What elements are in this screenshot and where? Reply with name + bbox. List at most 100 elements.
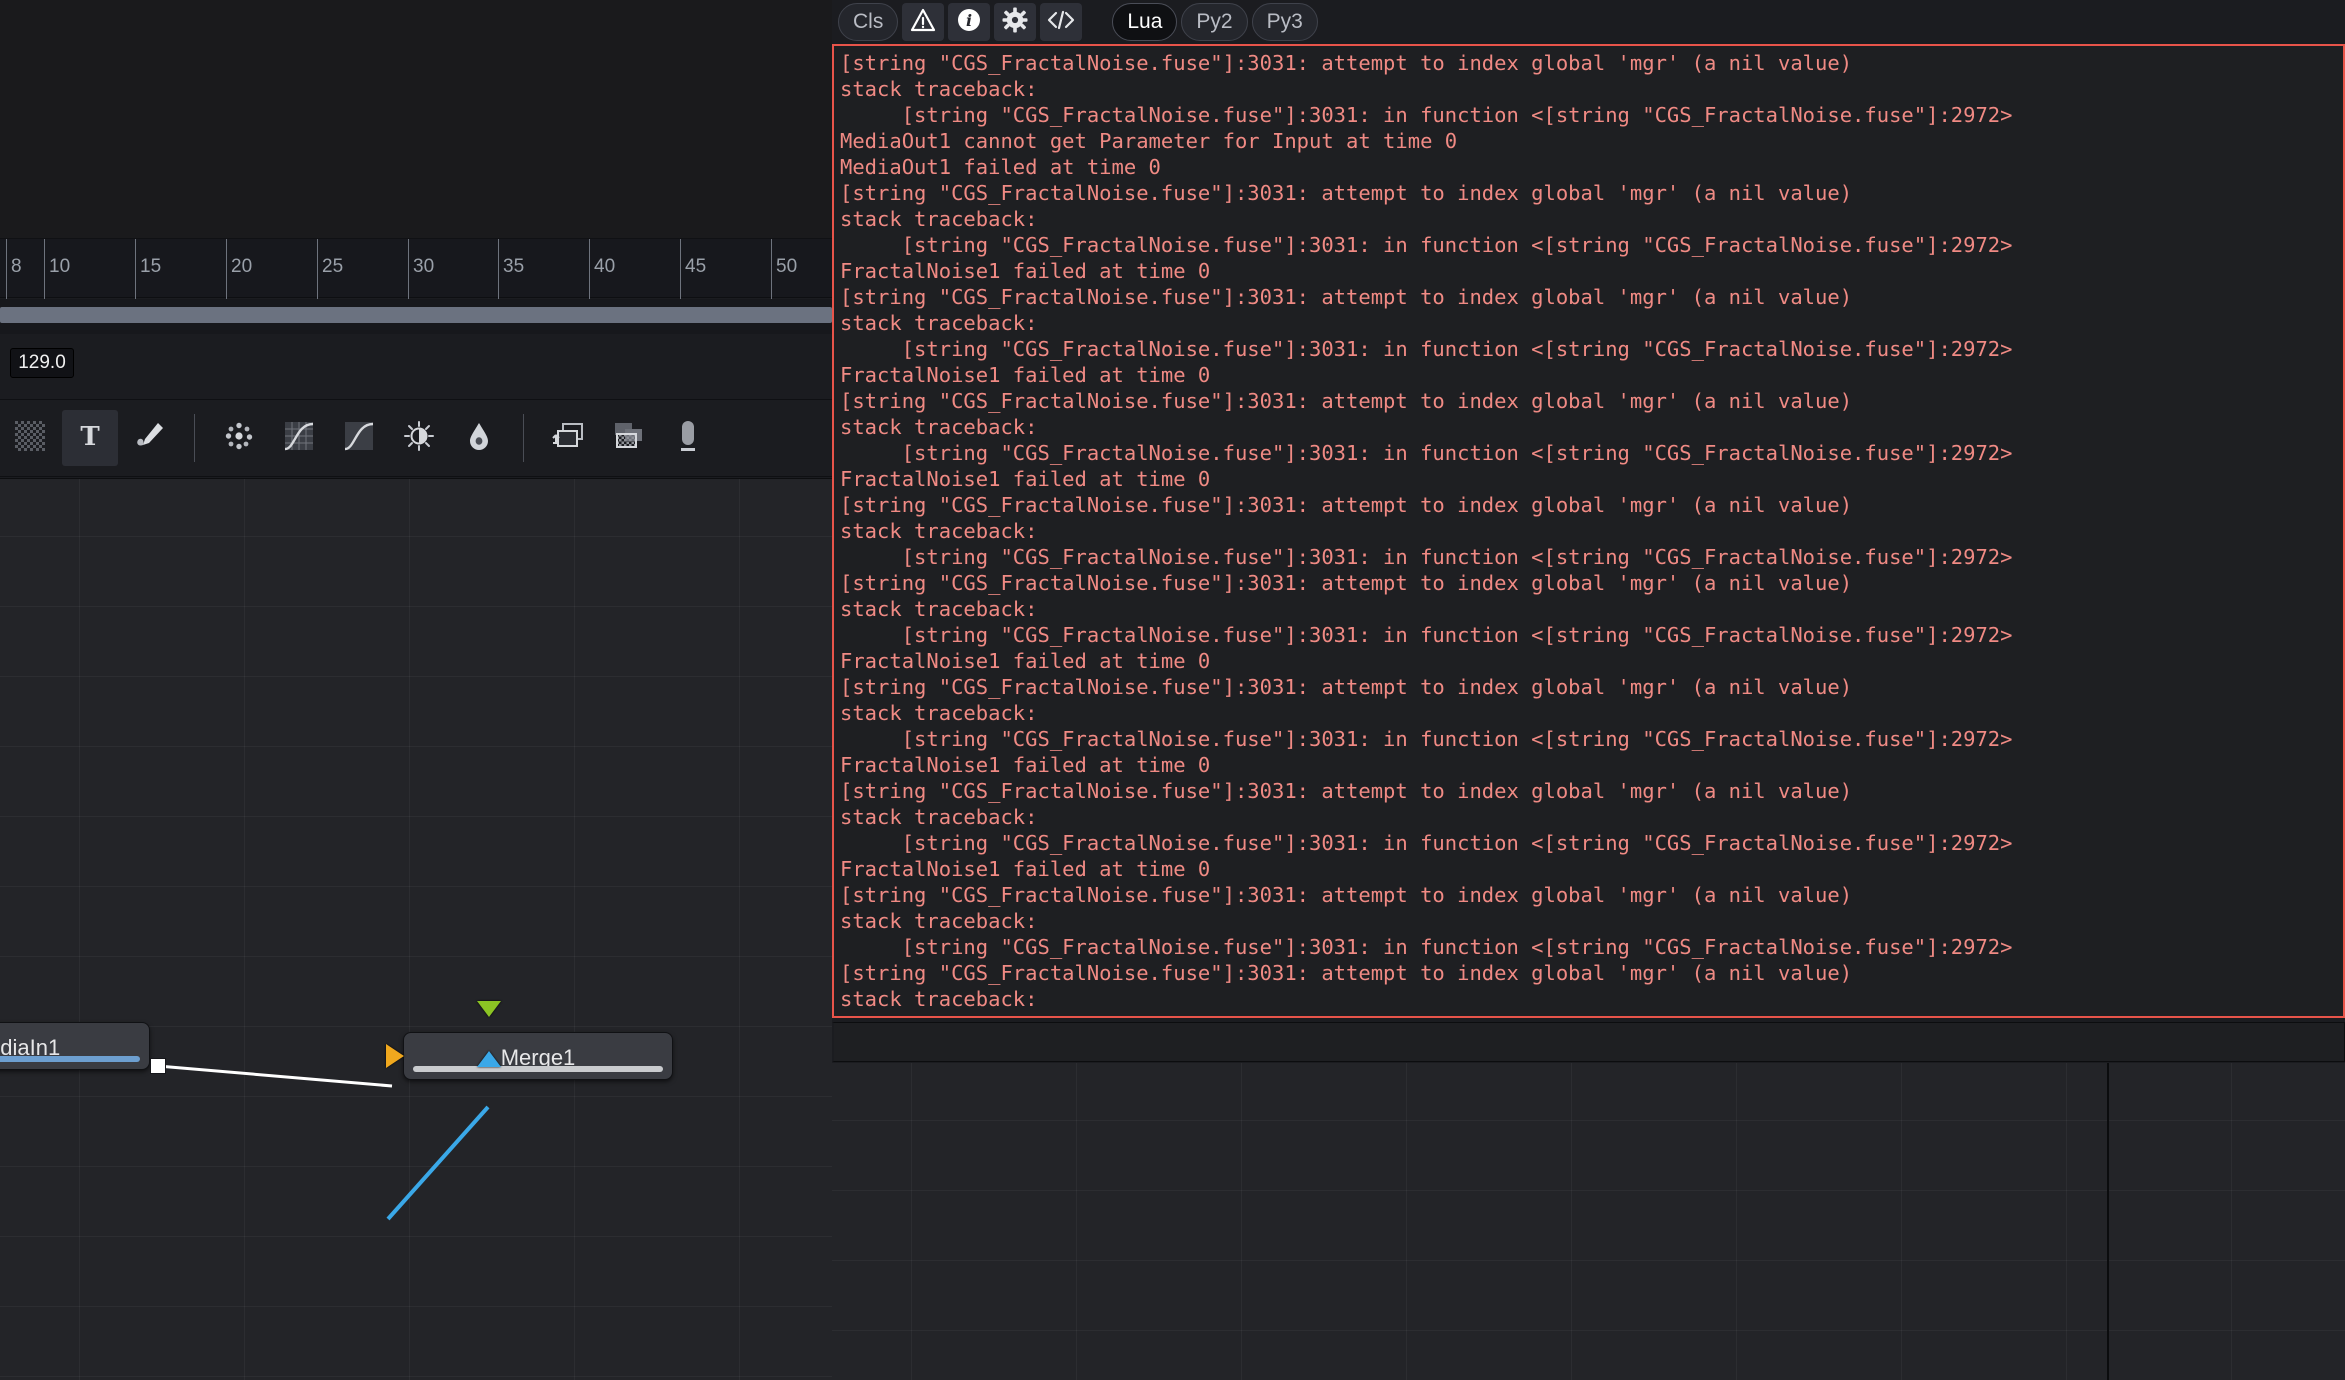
- console-line: stack traceback:: [840, 77, 1038, 101]
- console-line: FractalNoise1 failed at time 0: [840, 259, 1211, 283]
- console-output[interactable]: [string "CGS_FractalNoise.fuse"]:3031: a…: [832, 44, 2345, 1018]
- curve-icon: [342, 419, 376, 458]
- mask-tool-icon[interactable]: [660, 410, 716, 466]
- timeline-tick-20: 20: [226, 239, 252, 299]
- tab-py2[interactable]: Py2: [1181, 3, 1248, 41]
- node-graph-canvas-right[interactable]: [832, 1063, 2345, 1380]
- connection-fractalnoise1-to-merge1[interactable]: [386, 1105, 490, 1221]
- console-line: MediaOut1 failed at time 0: [840, 155, 1161, 179]
- console-line: [string "CGS_FractalNoise.fuse"]:3031: i…: [840, 623, 2013, 647]
- node-graph-canvas[interactable]: MediaIn1 Merge1 FractalNoise1: [0, 478, 832, 1380]
- console-line: [string "CGS_FractalNoise.fuse"]:3031: i…: [840, 233, 2013, 257]
- console-line: FractalNoise1 failed at time 0: [840, 363, 1211, 387]
- node-merge1-foreground-input-port[interactable]: [477, 1051, 501, 1067]
- settings-button[interactable]: [994, 3, 1037, 41]
- console-line: [string "CGS_FractalNoise.fuse"]:3031: i…: [840, 337, 2013, 361]
- timeline-tick-label: 15: [140, 256, 162, 277]
- console-line: [string "CGS_FractalNoise.fuse"]:3031: i…: [840, 545, 2013, 569]
- particles-icon: [221, 418, 257, 459]
- curve-icon[interactable]: [331, 410, 387, 466]
- clear-button[interactable]: Cls: [838, 3, 899, 41]
- node-graph-grid-right: [832, 1063, 2345, 1380]
- tab-py3[interactable]: Py3: [1251, 3, 1318, 41]
- timeline-tick-label: 35: [503, 256, 525, 277]
- timeline-ruler[interactable]: 8 10 15 20 25 30 35 40 45 50: [0, 238, 832, 299]
- console-line: [string "CGS_FractalNoise.fuse"]:3031: a…: [840, 51, 1853, 75]
- text-tool-icon[interactable]: T: [62, 410, 118, 466]
- timeline-tick-40: 40: [589, 239, 615, 299]
- console-line: [string "CGS_FractalNoise.fuse"]:3031: a…: [840, 675, 1853, 699]
- timeline-tick-50: 50: [771, 239, 797, 299]
- console-line: stack traceback:: [840, 909, 1038, 933]
- transform-icon[interactable]: [540, 410, 596, 466]
- separator-1: [194, 414, 195, 462]
- node-merge1-background-input-port[interactable]: [386, 1044, 404, 1068]
- timeline-tick-label: 50: [776, 256, 798, 277]
- node-graph-vertical-seam: [2107, 1063, 2109, 1380]
- effects-toolbar[interactable]: T: [0, 399, 832, 477]
- color-curves-grid-icon: [282, 419, 316, 458]
- viewer-panel[interactable]: [0, 0, 832, 238]
- console-tab-bar[interactable]: Cls i Lua Py2 Py3: [832, 0, 2345, 44]
- console-input-field[interactable]: [832, 1022, 2345, 1062]
- checker-background-icon[interactable]: [2, 410, 58, 466]
- connection-layer: [157, 1064, 490, 1221]
- paint-brush-icon[interactable]: [122, 410, 178, 466]
- node-mediain1-statusbar: [0, 1056, 140, 1062]
- text-tool-icon: T: [74, 420, 106, 457]
- svg-text:T: T: [80, 422, 100, 452]
- console-line: stack traceback:: [840, 207, 1038, 231]
- separator-2: [523, 414, 524, 462]
- current-frame-field[interactable]: 129.0: [10, 348, 74, 378]
- tab-lua[interactable]: Lua: [1112, 3, 1178, 41]
- timeline-tick-8: 8: [6, 239, 22, 299]
- tab-py2-label: Py2: [1196, 10, 1233, 33]
- node-mediain1-output-port[interactable]: [150, 1058, 166, 1074]
- timeline-tick-label: 25: [322, 256, 344, 277]
- console-line: [string "CGS_FractalNoise.fuse"]:3031: i…: [840, 727, 2013, 751]
- brightness-contrast-icon: [402, 419, 436, 458]
- paint-brush-icon: [132, 418, 168, 459]
- console-line: stack traceback:: [840, 987, 1038, 1011]
- ruler-gap: [0, 299, 832, 307]
- node-merge1-effectmask-input-port[interactable]: [477, 1001, 501, 1017]
- timeline-tick-label: 45: [685, 256, 707, 277]
- brightness-contrast-icon[interactable]: [391, 410, 447, 466]
- console-line: [string "CGS_FractalNoise.fuse"]:3031: i…: [840, 831, 2013, 855]
- timeline-tick-30: 30: [408, 239, 434, 299]
- console-line: [string "CGS_FractalNoise.fuse"]:3031: a…: [840, 961, 1853, 985]
- fusion-window: 8 10 15 20 25 30 35 40 45 50 129.0 T MediaIn1 Mer…: [0, 0, 2345, 1380]
- console-line: stack traceback:: [840, 597, 1038, 621]
- node-merge1[interactable]: Merge1: [403, 1032, 673, 1080]
- console-line: [string "CGS_FractalNoise.fuse"]:3031: i…: [840, 441, 2013, 465]
- warnings-toggle[interactable]: [902, 3, 945, 41]
- mask-tool-icon: [675, 416, 701, 461]
- particles-icon[interactable]: [211, 410, 267, 466]
- console-line: [string "CGS_FractalNoise.fuse"]:3031: a…: [840, 389, 1853, 413]
- info-toggle[interactable]: i: [948, 3, 991, 41]
- console-line: [string "CGS_FractalNoise.fuse"]:3031: a…: [840, 493, 1853, 517]
- console-line: [string "CGS_FractalNoise.fuse"]:3031: a…: [840, 285, 1853, 309]
- console-line: [string "CGS_FractalNoise.fuse"]:3031: i…: [840, 103, 2013, 127]
- node-mediain1[interactable]: MediaIn1: [0, 1022, 150, 1070]
- console-line: FractalNoise1 failed at time 0: [840, 649, 1211, 673]
- node-merge1-statusbar: [413, 1066, 663, 1072]
- script-toggle[interactable]: [1040, 3, 1083, 41]
- warning-triangle-icon: [910, 7, 936, 38]
- timeline-tick-label: 30: [413, 256, 435, 277]
- color-curves-grid-icon[interactable]: [271, 410, 327, 466]
- timeline-tick-15: 15: [135, 239, 161, 299]
- console-line: [string "CGS_FractalNoise.fuse"]:3031: i…: [840, 935, 2013, 959]
- timeline-under-strip: [0, 323, 832, 334]
- console-line: [string "CGS_FractalNoise.fuse"]:3031: a…: [840, 571, 1853, 595]
- svg-text:i: i: [966, 11, 972, 30]
- timeline-tick-label: 20: [231, 256, 253, 277]
- timeline-scrollbar[interactable]: [0, 307, 832, 323]
- timeline-tick-25: 25: [317, 239, 343, 299]
- console-line: [string "CGS_FractalNoise.fuse"]:3031: a…: [840, 181, 1853, 205]
- color-corrector-icon[interactable]: [451, 410, 507, 466]
- connection-mediain1-to-merge1[interactable]: [157, 1064, 393, 1088]
- merge-matte-icon[interactable]: [600, 410, 656, 466]
- console-line: stack traceback:: [840, 805, 1038, 829]
- timeline-tick-label: 10: [49, 256, 71, 277]
